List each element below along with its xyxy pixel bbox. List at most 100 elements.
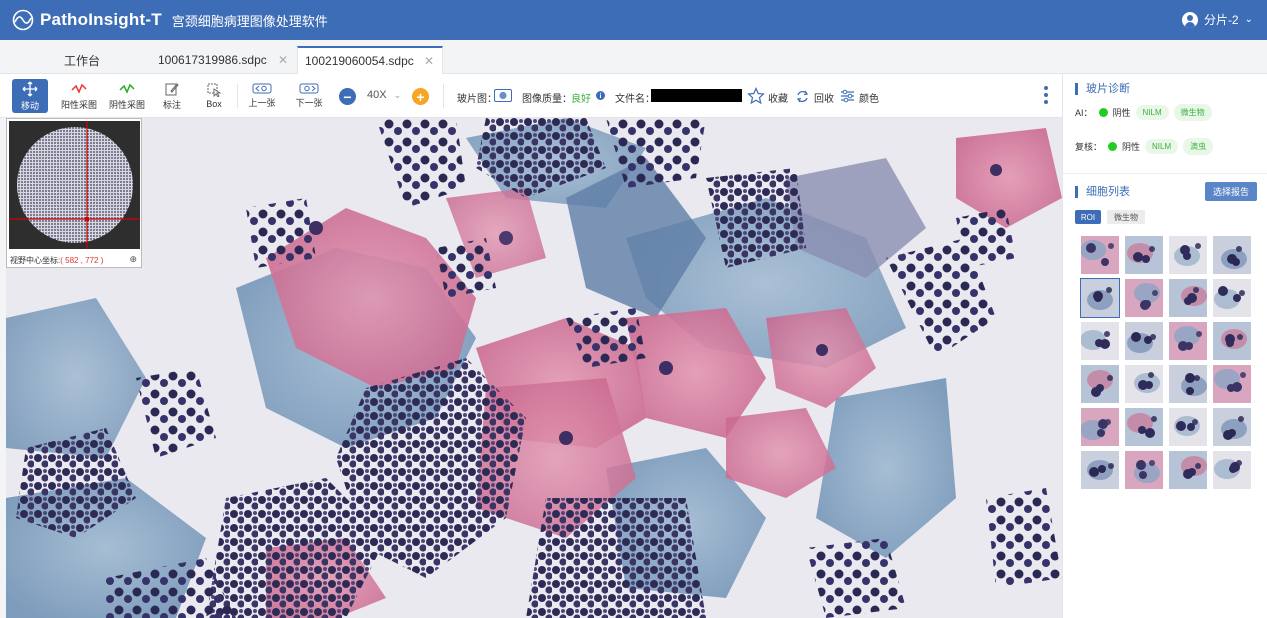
zoom-out-button[interactable]: −	[339, 88, 356, 105]
app-name: PathoInsight-T	[40, 10, 162, 29]
review-result: 阴性	[1122, 142, 1141, 152]
next-slide-button[interactable]: 下一张	[290, 79, 328, 113]
review-tag-nilm[interactable]: NILM	[1145, 139, 1179, 154]
cell-thumbnail[interactable]	[1080, 278, 1120, 318]
cell-thumbnail[interactable]	[1080, 236, 1119, 274]
favorite-button[interactable]: 收藏	[768, 90, 788, 105]
slide-thumbnail-icon[interactable]	[494, 89, 512, 102]
color-adjust-icon[interactable]	[840, 89, 855, 103]
filename-label: 文件名：	[615, 94, 655, 105]
tab-slide-2[interactable]: 100219060054.sdpc ✕	[297, 46, 443, 74]
cell-thumbnail[interactable]	[1125, 279, 1163, 317]
user-avatar-icon	[1181, 11, 1198, 28]
tab-label: 工作台	[64, 53, 101, 68]
zoom-in-button[interactable]: +	[412, 88, 429, 105]
cell-thumbnail[interactable]	[1169, 322, 1207, 360]
zoom-value: 40X	[367, 89, 387, 101]
ai-diagnosis-row: AI： 阴性 NILM 微生物	[1075, 104, 1212, 121]
panel-divider	[1063, 173, 1267, 174]
cell-thumbnail[interactable]	[1169, 279, 1207, 317]
ai-tag-nilm[interactable]: NILM	[1135, 105, 1169, 120]
right-panel: 玻片诊断 AI： 阴性 NILM 微生物 复核： 阴性 NILM 滴虫 细胞列表…	[1062, 74, 1267, 618]
positive-sample-button[interactable]: 阳性采图	[58, 79, 100, 113]
info-icon[interactable]	[596, 91, 605, 100]
cytology-image	[6, 118, 1062, 618]
cell-thumbnail[interactable]	[1080, 408, 1119, 446]
cell-thumbnail[interactable]	[1213, 365, 1251, 403]
app-header: PathoInsight-T 宫颈细胞病理图像处理软件 分片-2 ⌄	[0, 0, 1267, 40]
minimap[interactable]: 视野中心坐标:( 582 , 772 ) ⊕	[6, 118, 142, 268]
toolbar-divider	[443, 84, 444, 108]
cell-thumbnail[interactable]	[1169, 236, 1207, 274]
review-tag-trichomonas[interactable]: 滴虫	[1183, 138, 1214, 155]
plus-icon: +	[416, 88, 425, 105]
filter-tab-microbe[interactable]: 微生物	[1107, 210, 1145, 224]
select-report-button[interactable]: 选择报告	[1205, 182, 1257, 201]
tab-label: 100617319986.sdpc	[158, 53, 267, 67]
tool-label: 标注	[162, 99, 181, 110]
filter-tab-roi[interactable]: ROI	[1075, 210, 1101, 224]
cell-thumbnail[interactable]	[1213, 322, 1251, 360]
zoom-select[interactable]: 40X ⌄	[367, 89, 401, 101]
cell-thumbnail[interactable]	[1125, 236, 1163, 274]
cell-thumbnail[interactable]	[1169, 451, 1207, 489]
negative-sample-icon	[119, 83, 135, 94]
cell-thumbnail[interactable]	[1213, 408, 1251, 446]
tool-label: 下一张	[295, 98, 323, 108]
zoom-icon[interactable]: ⊕	[129, 254, 137, 265]
more-menu-icon[interactable]	[1044, 86, 1048, 108]
tab-bar: 工作台 100617319986.sdpc ✕ 100219060054.sdp…	[0, 40, 1267, 74]
cell-thumbnail[interactable]	[1125, 408, 1163, 446]
tool-label: Box	[206, 99, 222, 109]
cell-thumbnail[interactable]	[1169, 365, 1207, 403]
move-icon	[22, 81, 38, 96]
ai-label: AI：	[1075, 108, 1093, 118]
cell-thumbnail-grid	[1080, 236, 1253, 490]
close-icon[interactable]: ✕	[278, 53, 288, 67]
slide-label: 玻片图：	[457, 94, 497, 105]
coord-label: 视野中心坐标:	[10, 256, 61, 265]
cell-thumbnail[interactable]	[1081, 365, 1119, 403]
ai-tag-microbe[interactable]: 微生物	[1173, 104, 1212, 121]
prev-slide-button[interactable]: 上一张	[243, 79, 281, 113]
tool-label: 上一张	[248, 98, 276, 108]
close-icon[interactable]: ✕	[424, 54, 434, 68]
box-select-button[interactable]: Box	[196, 79, 232, 113]
toolbar: 移动 阳性采图 阴性采图 标注 Box 上一张 下一张 − 40X ⌄ + 玻片…	[0, 74, 1062, 118]
recycle-icon[interactable]	[795, 89, 810, 104]
next-slide-icon	[299, 83, 319, 94]
slide-viewer[interactable]	[6, 118, 1062, 618]
app-logo: PathoInsight-T	[12, 9, 162, 31]
tab-workbench[interactable]: 工作台	[52, 46, 142, 74]
filename-redacted	[651, 89, 742, 102]
cell-thumbnail[interactable]	[1169, 408, 1207, 446]
cell-thumbnail[interactable]	[1125, 322, 1163, 360]
ai-result: 阴性	[1112, 108, 1131, 118]
quality-value: 良好	[571, 94, 591, 105]
prev-slide-icon	[252, 83, 272, 94]
cell-thumbnail[interactable]	[1213, 279, 1251, 317]
annotate-button[interactable]: 标注	[154, 79, 190, 113]
cell-thumbnail[interactable]	[1213, 236, 1251, 274]
minimap-image[interactable]	[9, 121, 140, 249]
cell-list-title: 细胞列表	[1075, 186, 1130, 198]
cell-thumbnail[interactable]	[1125, 451, 1163, 489]
recycle-button[interactable]: 回收	[814, 90, 834, 105]
tool-label: 阴性采图	[108, 99, 145, 110]
user-menu[interactable]: 分片-2 ⌄	[1181, 11, 1253, 28]
cell-thumbnail[interactable]	[1125, 365, 1163, 403]
toolbar-divider	[237, 84, 238, 108]
status-dot-icon	[1108, 142, 1118, 151]
tool-label: 阳性采图	[60, 99, 97, 110]
cell-thumbnail[interactable]	[1081, 451, 1119, 489]
move-tool-button[interactable]: 移动	[12, 79, 48, 113]
cell-thumbnail[interactable]	[1213, 451, 1251, 489]
box-select-icon	[207, 83, 221, 97]
tab-slide-1[interactable]: 100617319986.sdpc ✕	[148, 46, 296, 74]
color-button[interactable]: 颜色	[859, 90, 879, 105]
star-icon[interactable]	[747, 87, 765, 105]
cell-thumbnail[interactable]	[1080, 322, 1119, 360]
status-dot-icon	[1098, 108, 1108, 117]
negative-sample-button[interactable]: 阴性采图	[106, 79, 148, 113]
review-diagnosis-row: 复核： 阴性 NILM 滴虫	[1075, 138, 1214, 155]
